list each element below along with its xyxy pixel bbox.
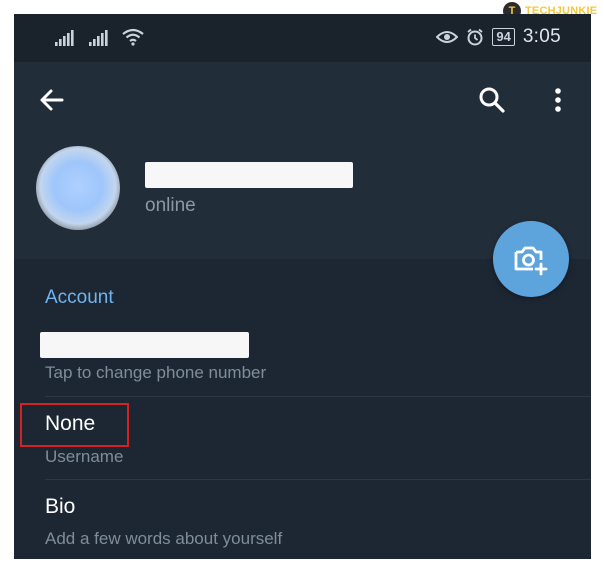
bio-title: Bio — [45, 495, 76, 518]
bio-caption: Add a few words about yourself — [45, 529, 283, 548]
battery-icon: 94 — [492, 28, 515, 46]
username-caption: Username — [45, 447, 124, 466]
avatar[interactable] — [36, 146, 120, 230]
back-arrow-icon — [40, 89, 64, 111]
alarm-icon — [467, 28, 483, 46]
signal-icon — [55, 30, 74, 46]
search-icon — [479, 87, 505, 113]
divider — [45, 396, 591, 397]
back-button[interactable] — [36, 84, 68, 116]
highlight-box — [20, 403, 129, 447]
more-menu-button[interactable] — [544, 84, 572, 116]
telegram-settings-screen: 94 3:05 online Account Tap to change pho… — [14, 14, 591, 559]
signal-icon — [89, 30, 108, 46]
phone-caption: Tap to change phone number — [45, 363, 267, 382]
profile-header: online — [14, 62, 591, 259]
set-photo-button[interactable] — [493, 221, 569, 297]
section-title-account: Account — [45, 287, 114, 308]
status-time: 3:05 — [522, 26, 561, 47]
profile-name-redacted — [145, 162, 353, 188]
bio-row[interactable]: Bio Add a few words about yourself — [14, 479, 591, 559]
presence-status: online — [145, 195, 196, 216]
status-bar: 94 3:05 — [14, 14, 591, 62]
more-vertical-icon — [555, 88, 561, 112]
status-icons-right: 94 3:05 — [436, 26, 561, 48]
wifi-icon — [122, 28, 144, 46]
camera-add-icon — [514, 246, 548, 276]
search-button[interactable] — [476, 84, 508, 116]
eye-icon — [436, 31, 459, 43]
divider — [45, 479, 591, 480]
status-icons-left — [54, 28, 144, 46]
phone-number-redacted[interactable] — [40, 332, 249, 358]
